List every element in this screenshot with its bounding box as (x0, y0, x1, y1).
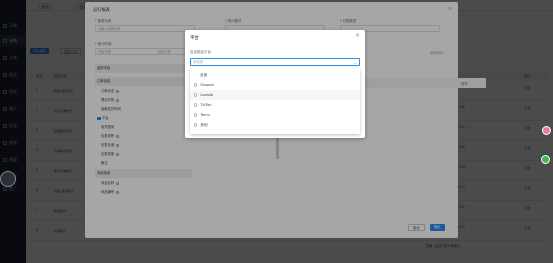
select-placeholder: 请选择 (193, 60, 204, 64)
option-label: 全部 (200, 72, 208, 77)
app-root: 订单 采购 入库 商品 仓库 客户 报表 财务 数据 设置 推广 首页 运营报表… (0, 0, 553, 263)
radio-icon (194, 113, 198, 117)
floating-assistant-button[interactable] (0, 171, 16, 187)
option-label: TikTok (200, 103, 212, 107)
option-label: Lazada (200, 93, 214, 97)
radio-icon (194, 123, 198, 127)
option-other[interactable]: 其他 (190, 120, 360, 130)
chevron-down-icon: ⌄ (353, 60, 357, 65)
platform-field-label: 包含指定平台 (190, 50, 211, 54)
option-all[interactable]: 全部 (190, 70, 360, 80)
floating-help-icon[interactable] (542, 126, 551, 135)
platform-select[interactable]: 请选择 ⌄ (190, 58, 360, 66)
floating-check-icon[interactable] (541, 155, 550, 164)
option-tiktok[interactable]: TikTok (190, 100, 360, 110)
option-label: Temu (200, 113, 210, 117)
option-temu[interactable]: Temu (190, 110, 360, 120)
modal-title: 平台 (190, 36, 199, 41)
option-label: Shopee (200, 83, 214, 87)
option-label: 其他 (200, 122, 208, 127)
radio-icon (194, 93, 198, 97)
platform-dropdown: 全部 Shopee Lazada TikTok Temu 其他 (190, 68, 360, 134)
radio-icon (194, 83, 198, 87)
option-shopee[interactable]: Shopee (190, 80, 360, 90)
option-lazada[interactable]: Lazada (190, 90, 360, 100)
radio-icon (194, 103, 198, 107)
close-icon[interactable]: × (355, 33, 360, 39)
